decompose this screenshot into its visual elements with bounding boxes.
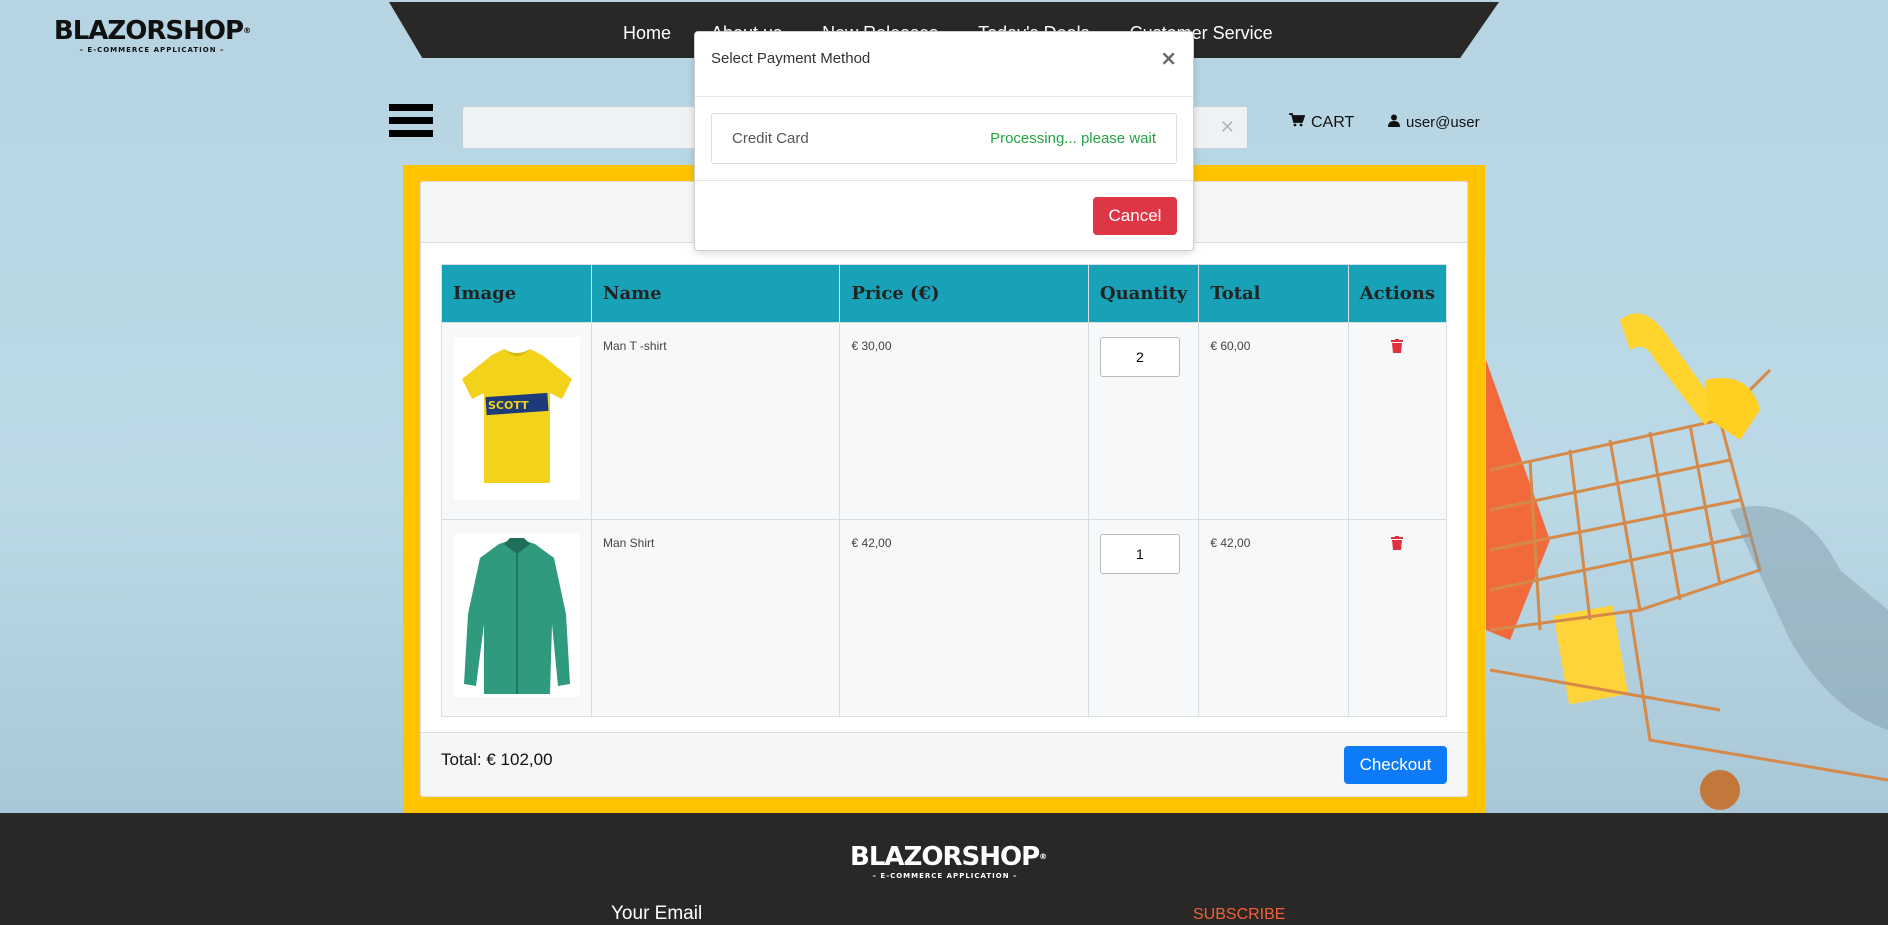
column-header-image: Image: [441, 264, 592, 323]
product-image-cell: [441, 519, 592, 717]
column-header-quantity: Quantity: [1087, 264, 1200, 323]
trash-icon[interactable]: [1391, 536, 1404, 553]
cancel-button[interactable]: Cancel: [1093, 197, 1177, 235]
cart-table: Image Name Price (€) Quantity Total Acti…: [441, 264, 1448, 717]
modal-title: Select Payment Method: [711, 50, 871, 67]
cart-icon: [1289, 113, 1306, 131]
product-total: € 60,00: [1198, 322, 1349, 520]
cart-card-footer: Total: € 102,00 Checkout: [421, 732, 1467, 796]
subscribe-button[interactable]: SUBSCRIBE: [1193, 906, 1285, 924]
email-label: Your Email: [611, 903, 703, 924]
product-name: Man Shirt: [590, 519, 841, 717]
svg-text:SCOTT: SCOTT: [488, 399, 529, 412]
actions-cell: [1347, 519, 1448, 717]
green-shirt-image: [454, 534, 580, 697]
footer-logo-tagline: – E-COMMERCE APPLICATION –: [872, 872, 1018, 880]
site-footer: BLAZORSHOP® – E-COMMERCE APPLICATION – Y…: [0, 813, 1888, 925]
modal-divider: [695, 180, 1193, 181]
processing-status: Processing... please wait: [990, 130, 1156, 147]
column-header-total: Total: [1198, 264, 1349, 323]
quantity-input[interactable]: [1099, 534, 1180, 574]
product-price: € 30,00: [839, 322, 1089, 520]
product-price: € 42,00: [839, 519, 1089, 717]
user-icon: [1388, 114, 1400, 131]
user-label: user@user: [1406, 114, 1480, 131]
yellow-tshirt-image: SCOTT: [454, 337, 580, 500]
column-header-actions: Actions: [1347, 264, 1448, 323]
payment-method-label: Credit Card: [732, 130, 809, 147]
product-image-cell: SCOTT: [441, 322, 592, 520]
logo-brand: BLAZORSHOP®: [53, 16, 251, 46]
hamburger-menu-icon[interactable]: [389, 104, 433, 144]
footer-logo[interactable]: BLAZORSHOP® – E-COMMERCE APPLICATION –: [850, 842, 1047, 880]
payment-method-option[interactable]: Credit Card Processing... please wait: [711, 113, 1177, 164]
footer-logo-brand: BLAZORSHOP®: [850, 842, 1047, 872]
quantity-cell: [1087, 519, 1200, 717]
shopping-cart-decoration: [1486, 313, 1888, 810]
product-name: Man T -shirt: [590, 322, 841, 520]
quantity-input[interactable]: [1099, 337, 1180, 377]
close-icon[interactable]: ×: [1160, 46, 1177, 70]
payment-method-modal: Select Payment Method × Credit Card Proc…: [694, 31, 1194, 251]
user-account-link[interactable]: user@user: [1388, 114, 1480, 131]
cart-total: Total: € 102,00: [441, 750, 553, 769]
trash-icon[interactable]: [1391, 339, 1404, 356]
table-row: Man Shirt € 42,00 € 42,00: [441, 519, 1448, 717]
column-header-price: Price (€): [839, 264, 1089, 323]
actions-cell: [1347, 322, 1448, 520]
modal-divider: [695, 96, 1193, 97]
product-total: € 42,00: [1198, 519, 1349, 717]
table-row: SCOTT Man T -shirt € 30,00 € 60,00: [441, 322, 1448, 520]
quantity-cell: [1087, 322, 1200, 520]
cart-frame: Image Name Price (€) Quantity Total Acti…: [403, 165, 1485, 813]
brand-logo[interactable]: BLAZORSHOP® – E-COMMERCE APPLICATION –: [52, 17, 252, 54]
cart-card: Image Name Price (€) Quantity Total Acti…: [420, 181, 1468, 797]
checkout-button[interactable]: Checkout: [1344, 746, 1447, 784]
cart-label: CART: [1311, 114, 1355, 131]
logo-tagline: – E-COMMERCE APPLICATION –: [79, 46, 225, 54]
nav-home[interactable]: Home: [623, 23, 671, 44]
clear-icon[interactable]: ✕: [1220, 117, 1235, 138]
cart-link[interactable]: CART: [1289, 113, 1354, 132]
column-header-name: Name: [590, 264, 841, 323]
